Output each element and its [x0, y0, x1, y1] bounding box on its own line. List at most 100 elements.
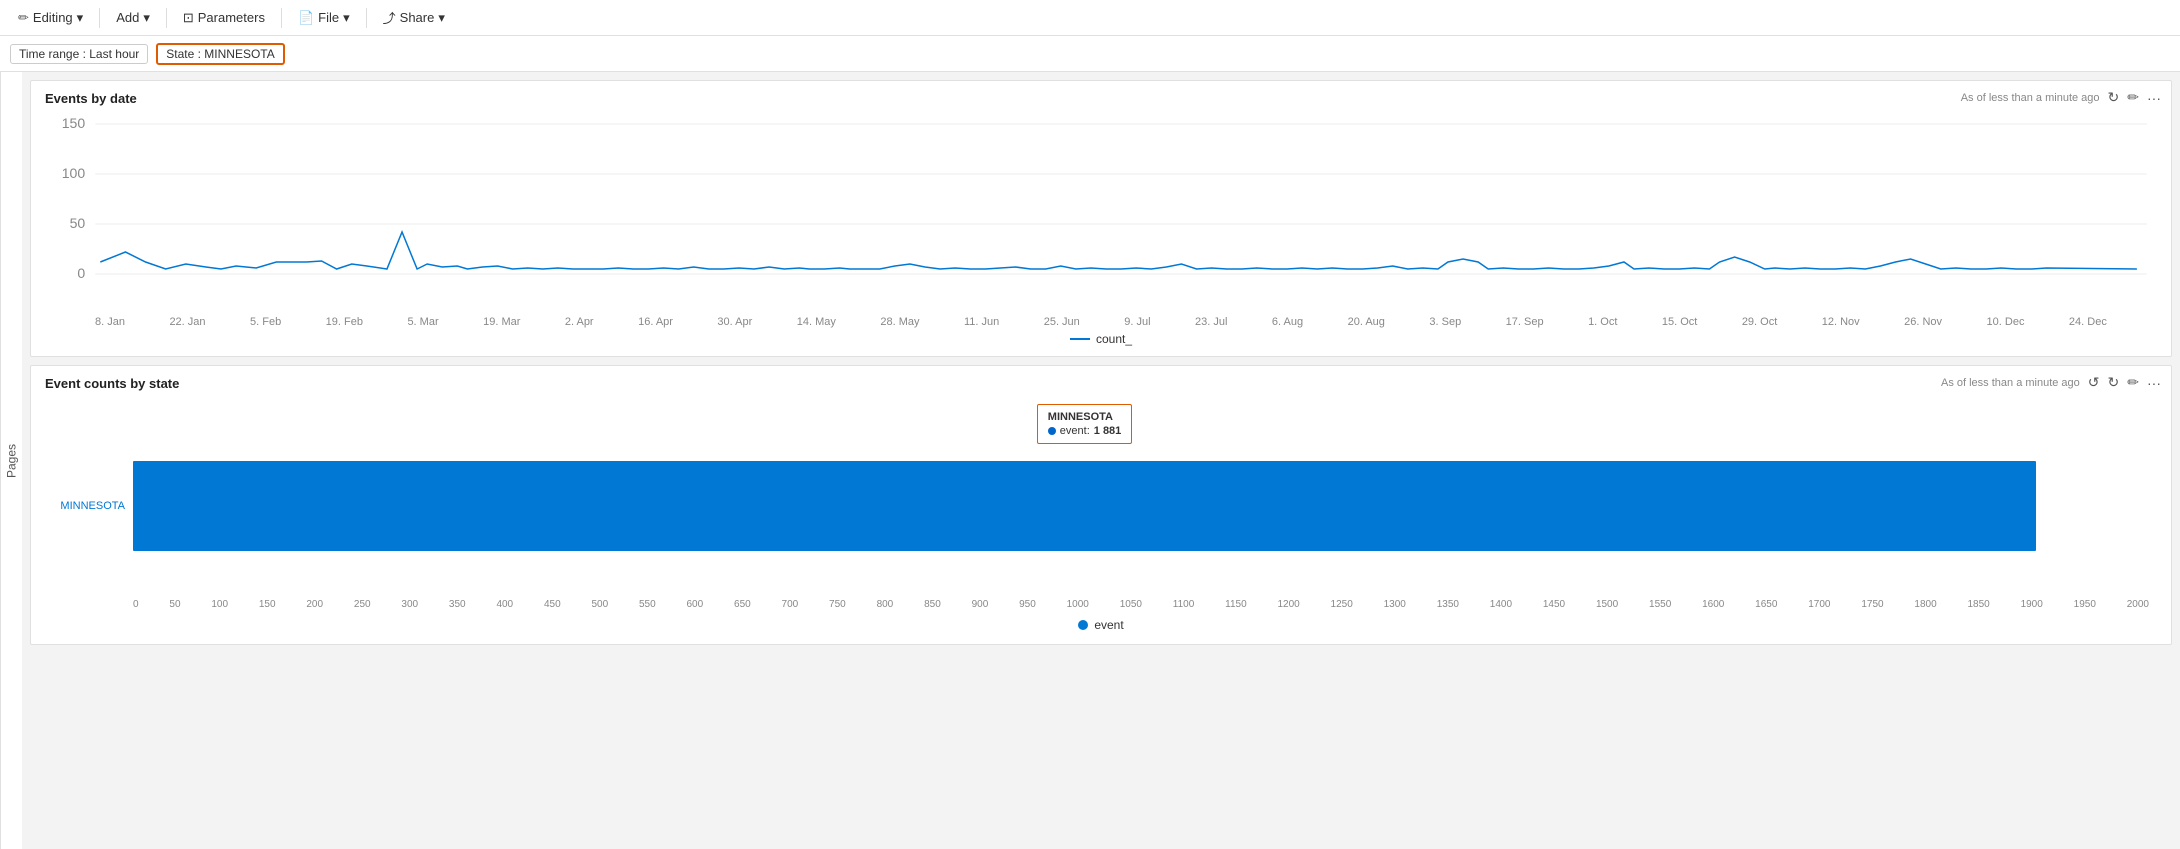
x-label-mar5: 5. Mar [407, 316, 438, 328]
svg-text:150: 150 [62, 115, 86, 131]
file-chevron-icon: ▾ [343, 10, 350, 26]
state-filter[interactable]: State : MINNESOTA [156, 43, 284, 65]
time-range-filter[interactable]: Time range : Last hour [10, 44, 148, 64]
chart2-legend: event [45, 618, 2157, 632]
chart1-more-icon[interactable]: ··· [2147, 90, 2161, 106]
chart2-timestamp: As of less than a minute ago [1941, 377, 2080, 389]
x2-1950: 1950 [2074, 599, 2096, 610]
line-chart-container: 150 100 50 0 [45, 114, 2157, 314]
chart2-refresh-icon[interactable]: ↻ [2108, 374, 2120, 391]
parameters-menu[interactable]: ⊡ Parameters [175, 6, 273, 30]
x-label-apr2: 2. Apr [565, 316, 594, 328]
x2-1700: 1700 [1808, 599, 1830, 610]
share-menu[interactable]: ⤴ Share ▾ [375, 4, 453, 31]
x2-100: 100 [211, 599, 228, 610]
x2-1800: 1800 [1914, 599, 1936, 610]
x2-2000: 2000 [2127, 599, 2149, 610]
divider-4 [366, 8, 367, 28]
svg-text:50: 50 [70, 215, 86, 231]
chart1-edit-icon[interactable]: ✏ [2127, 89, 2139, 106]
x2-1250: 1250 [1331, 599, 1353, 610]
x2-50: 50 [169, 599, 180, 610]
chart1-legend-label: count_ [1096, 332, 1132, 346]
x2-1550: 1550 [1649, 599, 1671, 610]
x-label-sep17: 17. Sep [1506, 316, 1544, 328]
file-icon: 📄 [298, 10, 314, 26]
x-label-aug6: 6. Aug [1272, 316, 1303, 328]
chart2-reset-icon[interactable]: ↺ [2088, 374, 2100, 391]
line-chart-svg: 150 100 50 0 [45, 114, 2157, 314]
x-label-dec24: 24. Dec [2069, 316, 2107, 328]
file-label: File [318, 10, 339, 25]
bar-rect [133, 461, 2036, 551]
bar-state-label: MINNESOTA [53, 421, 133, 591]
editing-label: Editing [33, 10, 73, 25]
x-label-apr16: 16. Apr [638, 316, 673, 328]
x2-250: 250 [354, 599, 371, 610]
svg-text:0: 0 [77, 265, 85, 281]
chart1-title: Events by date [45, 91, 2157, 106]
x-label-feb19: 19. Feb [326, 316, 363, 328]
share-label: Share [400, 10, 435, 25]
x-label-dec10: 10. Dec [1987, 316, 2025, 328]
divider-1 [99, 8, 100, 28]
chart2-more-icon[interactable]: ··· [2147, 375, 2161, 391]
x-label-nov12: 12. Nov [1822, 316, 1860, 328]
x-label-jun25: 25. Jun [1044, 316, 1080, 328]
editing-chevron-icon: ▾ [77, 10, 84, 26]
x2-1500: 1500 [1596, 599, 1618, 610]
chart2-title: Event counts by state [45, 376, 2157, 391]
chart2-legend-dot [1078, 620, 1088, 630]
x2-700: 700 [782, 599, 799, 610]
chart1-timestamp: As of less than a minute ago [1961, 92, 2100, 104]
x-label-nov26: 26. Nov [1904, 316, 1942, 328]
x2-1750: 1750 [1861, 599, 1883, 610]
x2-650: 650 [734, 599, 751, 610]
pages-label: Pages [5, 443, 19, 477]
x-label-oct15: 15. Oct [1662, 316, 1697, 328]
x2-1000: 1000 [1067, 599, 1089, 610]
x2-1100: 1100 [1173, 599, 1195, 610]
x2-600: 600 [687, 599, 704, 610]
x2-0: 0 [133, 599, 139, 610]
main-content: Events by date As of less than a minute … [22, 72, 2180, 653]
chart2-edit-icon[interactable]: ✏ [2127, 374, 2139, 391]
add-menu[interactable]: Add ▾ [108, 6, 158, 30]
x-label-sep3: 3. Sep [1429, 316, 1461, 328]
x-label-aug20: 20. Aug [1348, 316, 1385, 328]
x2-150: 150 [259, 599, 276, 610]
file-menu[interactable]: 📄 File ▾ [290, 6, 358, 30]
x-label-may14: 14. May [797, 316, 836, 328]
x2-1200: 1200 [1277, 599, 1299, 610]
chart2-actions: As of less than a minute ago ↺ ↻ ✏ ··· [1941, 374, 2161, 391]
x2-1400: 1400 [1490, 599, 1512, 610]
chart2-legend-label: event [1094, 618, 1123, 632]
x-label-apr30: 30. Apr [717, 316, 752, 328]
x-label-jul23: 23. Jul [1195, 316, 1227, 328]
x2-200: 200 [306, 599, 323, 610]
filter-bar: Time range : Last hour State : MINNESOTA [0, 36, 2180, 72]
x-label-jul9: 9. Jul [1124, 316, 1150, 328]
divider-2 [166, 8, 167, 28]
edit-icon: ✏ [18, 10, 29, 26]
x-label-feb5: 5. Feb [250, 316, 281, 328]
x-label-jan8: 8. Jan [95, 316, 125, 328]
share-chevron-icon: ▾ [438, 10, 445, 26]
x2-500: 500 [591, 599, 608, 610]
parameters-label: Parameters [198, 10, 265, 25]
x2-1350: 1350 [1437, 599, 1459, 610]
x2-1600: 1600 [1702, 599, 1724, 610]
share-icon: ⤴ [383, 8, 396, 27]
x2-450: 450 [544, 599, 561, 610]
x2-300: 300 [401, 599, 418, 610]
divider-3 [281, 8, 282, 28]
x2-1300: 1300 [1384, 599, 1406, 610]
add-label: Add [116, 10, 139, 25]
x-label-oct29: 29. Oct [1742, 316, 1777, 328]
chart1-refresh-icon[interactable]: ↻ [2108, 89, 2120, 106]
x2-1850: 1850 [1967, 599, 1989, 610]
x2-400: 400 [496, 599, 513, 610]
pages-sidebar[interactable]: Pages [0, 72, 22, 849]
editing-menu[interactable]: ✏ Editing ▾ [10, 6, 91, 30]
x2-900: 900 [972, 599, 989, 610]
